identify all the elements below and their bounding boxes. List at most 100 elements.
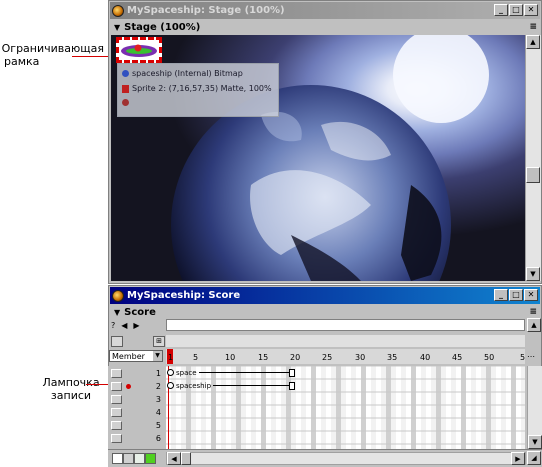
spaceship-sprite-bounding-box[interactable] [116,37,162,63]
score-panel-header[interactable]: ▼ Score ≡ [110,305,540,319]
bounding-box-label: Ограничивающая рамка [0,42,104,68]
sprite-span-spaceship[interactable]: spaceship [167,381,295,390]
color-chip-gray[interactable] [123,453,134,464]
scroll-thumb[interactable] [181,452,191,465]
frame-number-label: 15 [258,353,269,362]
channel-row[interactable]: 1 [108,367,165,379]
frame-ruler[interactable] [166,349,525,364]
record-light-label-line1: Лампочка [42,376,100,389]
channel-row[interactable]: 2 [108,380,165,392]
scroll-thumb[interactable] [526,167,540,183]
score-behavior-toolbar: ? ◀ ▶ [109,318,167,332]
next-marker-icon[interactable]: ▶ [133,321,139,330]
behavior-icon [122,99,129,106]
collapse-triangle-icon[interactable]: ▼ [114,23,120,32]
frame-number-label: 10 [225,353,236,362]
marker-strip[interactable] [166,335,525,347]
minimize-button[interactable]: _ [494,289,508,301]
channel-number: 3 [155,394,161,404]
score-tools-row: ⊞ [109,334,165,348]
color-chip-white[interactable] [112,453,123,464]
behavior-help-icon[interactable]: ? [111,321,115,330]
frame-number-label: 5 [520,353,526,362]
panel-options-icon[interactable]: ≡ [529,22,537,32]
frame-number-label: 25 [322,353,333,362]
channel-row[interactable]: 5 [108,419,165,431]
sprite-start-keyframe-icon [167,369,174,376]
channel-number: 5 [155,420,161,430]
channel-row[interactable]: 4 [108,406,165,418]
color-chip-light[interactable] [134,453,145,464]
channel-toggle-button[interactable] [111,420,122,430]
frame-ruler-options-icon[interactable]: ⋯ [527,352,535,361]
sprite-info-member-text: spaceship (Internal) Bitmap [132,69,243,78]
channel-row[interactable]: 6 [108,432,165,444]
member-dropdown[interactable]: Member ▼ [109,350,163,362]
score-v-scroll-up[interactable]: ▲ [527,318,541,332]
frame-number-label: 5 [193,353,199,362]
score-v-scrollbar[interactable]: ▼ [527,366,542,449]
sprite-info-member-row: spaceship (Internal) Bitmap [122,69,243,78]
channel-toggle-button[interactable] [111,433,122,443]
maximize-button[interactable]: □ [509,4,523,16]
channel-row[interactable]: 3 [108,393,165,405]
hide-effects-channels-button[interactable] [111,336,123,347]
chevron-down-icon[interactable]: ▼ [153,351,162,361]
scroll-right-arrow-icon[interactable]: ▶ [511,452,525,465]
stage-window-title: MySpaceship: Stage (100%) [127,5,285,16]
channel-toggle-button[interactable] [111,407,122,417]
score-grid-lines [166,366,525,460]
resize-grip-icon[interactable]: ◢ [527,451,541,465]
channel-toggle-button[interactable] [111,394,122,404]
previous-marker-icon[interactable]: ◀ [121,321,127,330]
channel-toggle-button[interactable] [111,368,122,378]
channel-number: 6 [155,433,161,443]
close-button[interactable]: ✕ [524,289,538,301]
channel-number: 2 [155,381,161,391]
behavior-channel-strip[interactable] [166,319,525,331]
score-bottom-bar: ◀ ▶ ◢ [108,449,542,467]
score-window-title: MySpaceship: Score [127,290,241,301]
sprite-end-keyframe-icon [289,368,295,377]
scroll-down-arrow-icon[interactable]: ▼ [526,267,540,281]
frame-number-label: 1 [168,353,174,362]
stage-panel-title: Stage (100%) [124,21,201,33]
channel-toggle-button[interactable] [111,381,122,391]
sprite-span-line [213,385,289,386]
record-light-icon [126,383,131,389]
member-dropdown-value: Member [112,351,145,361]
sprite-span-label: spaceship [176,381,212,390]
frame-number-label: 50 [484,353,495,362]
stage-canvas[interactable]: spaceship (Internal) Bitmap Sprite 2: (7… [111,35,525,281]
stage-vertical-scrollbar[interactable]: ▲ ▼ [525,35,541,281]
sprite-end-keyframe-icon [289,381,295,390]
close-button[interactable]: ✕ [524,4,538,16]
stage-titlebar[interactable]: MySpaceship: Stage (100%) _ □ ✕ [110,2,540,19]
channel-options-icon[interactable]: ⊞ [153,336,165,347]
spaceship-sprite [121,44,157,57]
record-light-label: Лампочка записи [36,376,106,402]
stage-window: MySpaceship: Stage (100%) _ □ ✕ ▼ Stage … [108,0,542,284]
director-app-icon [112,4,124,17]
stage-panel-header[interactable]: ▼ Stage (100%) ≡ [110,20,540,34]
score-window-controls: _ □ ✕ [494,289,538,301]
color-chip-green[interactable] [145,453,156,464]
sprite-span-space[interactable]: space [167,368,295,377]
playhead-line [168,366,169,460]
frame-number-label: 45 [452,353,463,362]
minimize-button[interactable]: _ [494,4,508,16]
maximize-button[interactable]: □ [509,289,523,301]
scroll-left-arrow-icon[interactable]: ◀ [167,452,181,465]
score-titlebar[interactable]: MySpaceship: Score _ □ ✕ [110,287,540,304]
score-grid[interactable] [166,366,525,460]
sprite-span-line [198,372,289,373]
score-panel-title: Score [124,306,156,318]
sprite-info-sprite-text: Sprite 2: (7,16,57,35) Matte, 100% [132,84,272,93]
scroll-down-arrow-icon[interactable]: ▼ [528,435,542,449]
sprite-info-sprite-row: Sprite 2: (7,16,57,35) Matte, 100% [122,84,272,93]
panel-options-icon[interactable]: ≡ [529,307,537,317]
score-horizontal-scrollbar[interactable]: ◀ ▶ [166,452,526,465]
collapse-triangle-icon[interactable]: ▼ [114,308,120,317]
frame-number-label: 35 [387,353,398,362]
scroll-up-arrow-icon[interactable]: ▲ [526,35,540,49]
